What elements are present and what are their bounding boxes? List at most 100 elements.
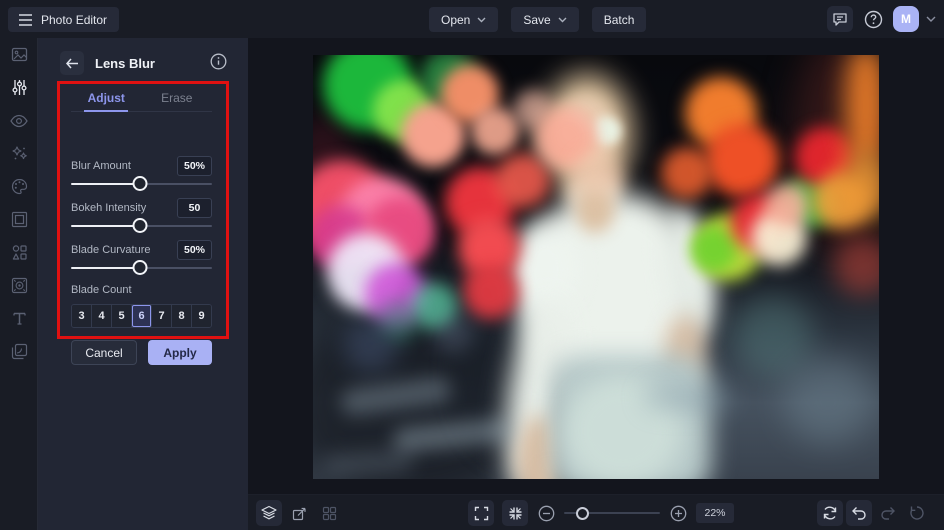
undo-icon [852,507,866,520]
zoom-in-icon [670,505,686,521]
feedback-button[interactable] [827,6,853,32]
help-icon [864,10,882,28]
open-button[interactable]: Open [429,7,499,32]
bokeh-blob [783,355,873,445]
info-button[interactable] [210,53,227,75]
rail-textures[interactable] [0,269,38,302]
blade-count-6[interactable]: 6 [132,305,152,327]
app-title: Photo Editor [41,12,108,27]
reset-history-icon [910,506,924,520]
rail-touch-up[interactable] [0,104,38,137]
history-controls [817,500,930,526]
back-button[interactable] [60,51,84,75]
info-icon [210,53,227,70]
main-menu-button[interactable]: Photo Editor [8,7,120,32]
layers-icon [261,505,277,520]
zoom-in-button[interactable] [668,500,688,526]
bottombar: 22% [248,494,944,530]
tool-rail [0,38,38,530]
bokeh-intensity-slider[interactable] [71,218,212,234]
adjust-sliders-icon [11,80,27,95]
rail-edit-image[interactable] [0,38,38,71]
rail-adjust[interactable] [0,71,38,104]
blade-count-9[interactable]: 9 [192,305,211,327]
panel-tabs: Adjust Erase [71,88,212,112]
canvas-area [248,38,944,494]
bokeh-intensity-label: Bokeh Intensity [71,202,147,214]
blade-curvature-value[interactable]: 50% [177,240,212,260]
tab-erase[interactable]: Erase [142,88,213,111]
panel-title: Lens Blur [95,56,155,71]
rail-artsy[interactable] [0,170,38,203]
rail-effects[interactable] [0,137,38,170]
reset-button[interactable] [904,500,930,526]
back-arrow-icon [65,58,78,68]
bokeh-intensity-value[interactable]: 50 [177,198,212,218]
zoom-slider[interactable] [564,506,660,520]
slider-handle[interactable] [132,218,148,233]
blade-curvature-row: Blade Curvature 50% [71,239,212,261]
compare-button[interactable] [817,500,843,526]
chevron-down-icon [926,16,936,22]
textures-icon [11,277,27,294]
fullscreen-icon [474,506,488,520]
rail-text[interactable] [0,302,38,335]
apply-button[interactable]: Apply [148,340,212,365]
slider-handle[interactable] [132,176,148,191]
account-menu-chevron[interactable] [926,16,936,22]
lens-blur-panel: Lens Blur Adjust Erase Blur Amount 50% B… [38,38,248,530]
bokeh-blob [691,227,736,272]
resize-button[interactable] [286,500,312,526]
bokeh-blob [495,153,550,208]
bokeh-blob [765,183,809,227]
file-actions: Open Save Batch [429,7,647,32]
blade-count-7[interactable]: 7 [152,305,172,327]
fit-screen-button[interactable] [502,500,528,526]
blade-count-3[interactable]: 3 [72,305,92,327]
save-button[interactable]: Save [511,7,579,32]
user-avatar[interactable]: M [893,6,919,32]
templates-grid-icon [322,506,336,520]
chevron-down-icon [477,17,486,22]
text-tool-icon [12,312,26,325]
rail-frames[interactable] [0,203,38,236]
panel-header: Lens Blur [38,48,248,78]
rail-graphics[interactable] [0,236,38,269]
blade-count-label: Blade Count [71,284,132,296]
blade-count-5[interactable]: 5 [112,305,132,327]
zoom-out-button[interactable] [536,500,556,526]
tab-adjust[interactable]: Adjust [71,88,142,111]
panel-content: Adjust Erase Blur Amount 50% Bokeh Inten… [71,76,212,506]
zoom-percentage[interactable]: 22% [696,503,734,523]
panel-actions: Cancel Apply [71,340,212,365]
undo-button[interactable] [846,500,872,526]
blur-amount-value[interactable]: 50% [177,156,212,176]
bokeh-blob [433,313,473,353]
bokeh-blob [575,150,621,196]
topbar-right: M [827,6,936,32]
rail-overlays[interactable] [0,335,38,368]
bokeh-blob [661,147,713,199]
layers-button[interactable] [256,500,282,526]
help-button[interactable] [860,6,886,32]
menu-icon [19,13,32,26]
bokeh-blob [471,107,519,155]
zoom-slider-handle[interactable] [575,507,589,520]
blade-curvature-label: Blade Curvature [71,244,151,256]
fullscreen-button[interactable] [468,500,494,526]
photo[interactable] [313,55,879,479]
artsy-palette-icon [11,178,27,195]
blade-count-4[interactable]: 4 [92,305,112,327]
blur-amount-slider[interactable] [71,176,212,192]
batch-button[interactable]: Batch [591,7,647,32]
blade-count-8[interactable]: 8 [172,305,192,327]
templates-button[interactable] [316,500,342,526]
redo-button[interactable] [875,500,901,526]
chevron-down-icon [558,17,567,22]
effects-sparkles-icon [11,146,27,160]
slider-handle[interactable] [132,260,148,275]
blade-curvature-slider[interactable] [71,260,212,276]
frames-icon [11,211,27,228]
cancel-button[interactable]: Cancel [71,340,137,365]
bottombar-left [256,500,342,526]
